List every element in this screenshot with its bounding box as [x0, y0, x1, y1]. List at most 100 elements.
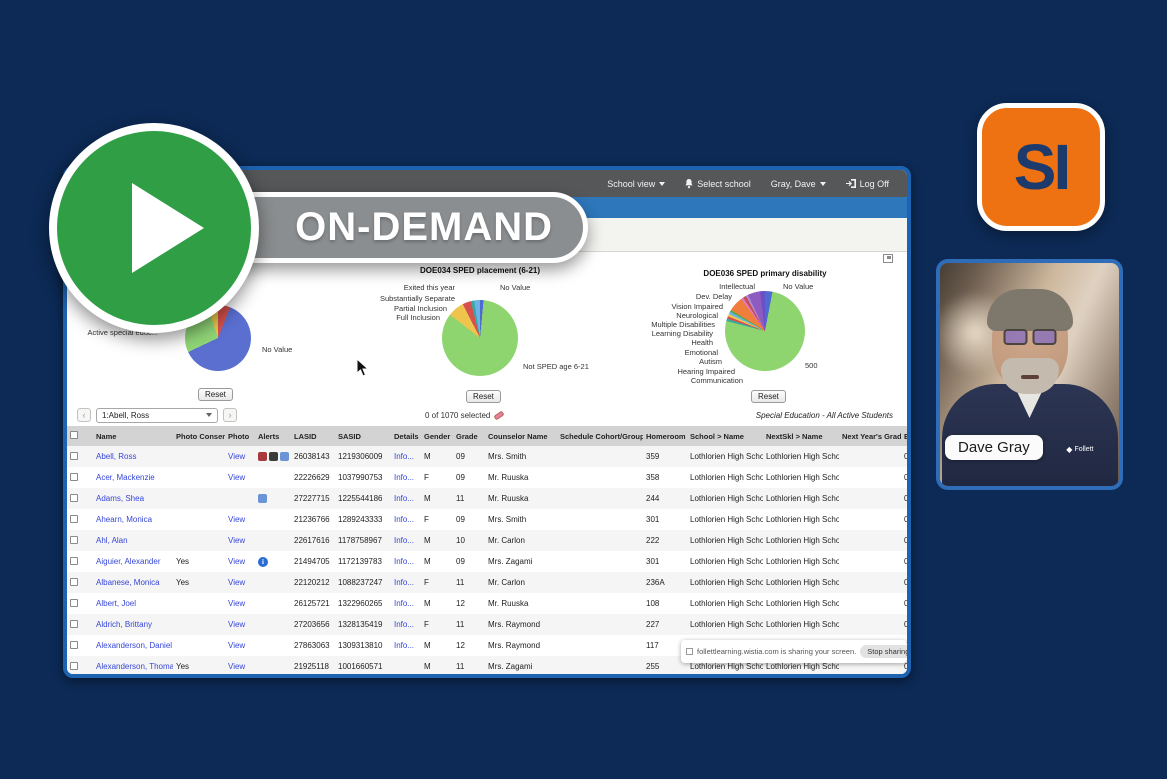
column-header[interactable]: Grade	[453, 426, 485, 446]
glasses	[1003, 329, 1056, 345]
name-link[interactable]: Alexanderson, Thomas	[96, 662, 173, 671]
chevron-down-icon	[819, 181, 826, 186]
photo-link[interactable]: View	[228, 557, 245, 566]
column-header[interactable]: LASID	[291, 426, 335, 446]
photo-link[interactable]: View	[228, 473, 245, 482]
next-record-button[interactable]: ›	[223, 408, 237, 422]
stop-sharing-button[interactable]: Stop sharing	[860, 645, 907, 658]
name-link[interactable]: Alexanderson, Daniel	[96, 641, 172, 650]
pie-slice-label: Emotional	[684, 348, 718, 357]
row-checkbox[interactable]	[70, 514, 78, 523]
details-link[interactable]: Info...	[394, 536, 414, 545]
row-checkbox[interactable]	[70, 640, 78, 649]
row-checkbox[interactable]	[70, 472, 78, 481]
name-link[interactable]: Aldrich, Brittany	[96, 620, 152, 629]
on-demand-label: ON-DEMAND	[295, 205, 553, 249]
reset-button[interactable]: Reset	[751, 390, 786, 403]
column-header[interactable]: EnrollS	[901, 426, 907, 446]
chevron-down-icon	[206, 413, 212, 417]
column-header[interactable]: Photo	[225, 426, 255, 446]
column-header[interactable]: Counselor Name	[485, 426, 557, 446]
column-header[interactable]: Schedule Cohort/Group	[557, 426, 643, 446]
name-link[interactable]: Abell, Ross	[96, 452, 136, 461]
name-link[interactable]: Ahl, Alan	[96, 536, 128, 545]
column-header[interactable]: NextSkl > Name	[763, 426, 839, 446]
alert-blue-icon[interactable]	[258, 494, 267, 504]
pie-slice-label: Intellectual	[719, 282, 755, 291]
row-checkbox[interactable]	[70, 619, 78, 628]
prev-record-button[interactable]: ‹	[77, 408, 91, 422]
column-header[interactable]: Homeroom	[643, 426, 687, 446]
table-row: Adams, Shea 27227715 1225544186 Info... M 11 M…	[67, 488, 907, 509]
pie-slice-label: Dev. Delay	[695, 292, 732, 301]
bell-icon	[685, 178, 693, 188]
column-header[interactable]: Details	[391, 426, 421, 446]
column-header[interactable]: Photo Consent	[173, 426, 225, 446]
row-checkbox[interactable]	[70, 598, 78, 607]
details-link[interactable]: Info...	[394, 557, 414, 566]
details-link[interactable]: Info...	[394, 452, 414, 461]
pie-slice-label: No Value	[262, 345, 293, 354]
details-link[interactable]: Info...	[394, 641, 414, 650]
reset-button[interactable]: Reset	[198, 388, 233, 401]
play-button[interactable]	[49, 123, 259, 333]
info-circle-icon[interactable]: i	[258, 556, 268, 567]
topbar-item-select-school[interactable]: Select school	[685, 178, 751, 189]
column-header[interactable]	[67, 426, 93, 446]
pie-chart-1[interactable]	[442, 300, 518, 376]
column-header[interactable]: SASID	[335, 426, 391, 446]
row-checkbox[interactable]	[70, 661, 78, 670]
name-link[interactable]: Adams, Shea	[96, 494, 144, 503]
name-link[interactable]: Albert, Joel	[96, 599, 136, 608]
pie-slice-label: Not SPED age 6-21	[523, 362, 589, 371]
alert-red-icon[interactable]	[258, 452, 267, 462]
display-icon	[686, 648, 693, 655]
details-link[interactable]: Info...	[394, 494, 414, 503]
photo-link[interactable]: View	[228, 599, 245, 608]
reset-button[interactable]: Reset	[466, 390, 501, 403]
details-link[interactable]: Info...	[394, 473, 414, 482]
popout-icon[interactable]	[883, 254, 893, 263]
column-header[interactable]: School > Name	[687, 426, 763, 446]
row-checkbox[interactable]	[70, 493, 78, 502]
name-link[interactable]: Aiguier, Alexander	[96, 557, 161, 566]
row-checkbox[interactable]	[70, 451, 78, 460]
photo-link[interactable]: View	[228, 662, 245, 671]
record-select[interactable]: 1:Abell, Ross	[96, 407, 218, 423]
name-link[interactable]: Albanese, Monica	[96, 578, 160, 587]
screen-share-banner: follettlearning.wistia.com is sharing yo…	[681, 640, 907, 663]
column-header[interactable]: Alerts	[255, 426, 291, 446]
photo-link[interactable]: View	[228, 620, 245, 629]
details-link[interactable]: Info...	[394, 620, 414, 629]
row-checkbox[interactable]	[70, 535, 78, 544]
photo-link[interactable]: View	[228, 452, 245, 461]
column-header[interactable]: Gender	[421, 426, 453, 446]
table-row: Ahl, Alan View 22617616 1178758967 Info... M 1…	[67, 530, 907, 551]
topbar-item-gray-dave[interactable]: Gray, Dave	[771, 179, 826, 189]
pie-slice-label: Partial Inclusion	[394, 304, 447, 313]
alert-blue-icon[interactable]	[280, 452, 289, 462]
clear-selection-icon[interactable]	[493, 410, 505, 420]
topbar-item-log-off[interactable]: Log Off	[845, 179, 889, 189]
pie-chart-2[interactable]	[725, 291, 805, 371]
name-link[interactable]: Ahearn, Monica	[96, 515, 152, 524]
details-link[interactable]: Info...	[394, 578, 414, 587]
alert-dark-icon[interactable]	[269, 452, 278, 462]
share-message: follettlearning.wistia.com is sharing yo…	[697, 647, 857, 656]
pie-slice-label: 500	[805, 361, 818, 370]
photo-link[interactable]: View	[228, 515, 245, 524]
column-header[interactable]: Name	[93, 426, 173, 446]
logout-icon	[845, 179, 856, 188]
photo-link[interactable]: View	[228, 578, 245, 587]
name-link[interactable]: Acer, Mackenzie	[96, 473, 155, 482]
details-link[interactable]: Info...	[394, 515, 414, 524]
topbar-item-school-view[interactable]: School view	[607, 179, 666, 189]
details-link[interactable]: Info...	[394, 599, 414, 608]
select-all-checkbox[interactable]	[70, 431, 78, 439]
si-brand-logo: SI	[977, 103, 1105, 231]
photo-link[interactable]: View	[228, 641, 245, 650]
row-checkbox[interactable]	[70, 577, 78, 586]
column-header[interactable]: Next Year's Grade	[839, 426, 901, 446]
photo-link[interactable]: View	[228, 536, 245, 545]
row-checkbox[interactable]	[70, 556, 78, 565]
